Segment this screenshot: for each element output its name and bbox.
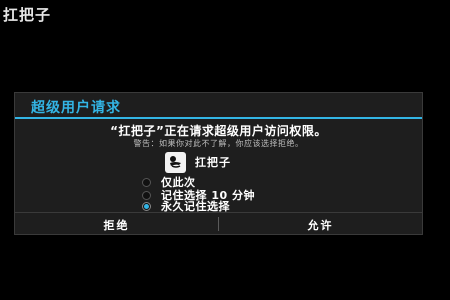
- app-title: 扛把子: [3, 6, 52, 24]
- screen: 扛把子 超级用户请求 “扛把子”正在请求超级用户访问权限。 警告：如果你对此不了…: [0, 0, 450, 300]
- dialog-warning: 警告：如果你对此不了解，你应该选择拒绝。: [133, 139, 304, 148]
- requesting-app-row: 扛把子: [165, 151, 231, 173]
- radio-once[interactable]: [142, 177, 151, 187]
- dialog-button-bar: 拒绝 允许: [15, 212, 422, 236]
- deny-button[interactable]: 拒绝: [15, 213, 218, 236]
- title-divider: [15, 117, 422, 119]
- superuser-request-dialog: 超级用户请求 “扛把子”正在请求超级用户访问权限。 警告：如果你对此不了解，你应…: [14, 92, 423, 235]
- app-name: 扛把子: [195, 156, 231, 169]
- dialog-message: “扛把子”正在请求超级用户访问权限。: [110, 124, 327, 138]
- allow-button[interactable]: 允许: [219, 213, 422, 236]
- option-remember-forever[interactable]: 永久记住选择: [142, 199, 230, 213]
- dialog-title: 超级用户请求: [31, 100, 121, 116]
- radio-remember-forever[interactable]: [142, 201, 151, 211]
- app-icon: [165, 151, 186, 173]
